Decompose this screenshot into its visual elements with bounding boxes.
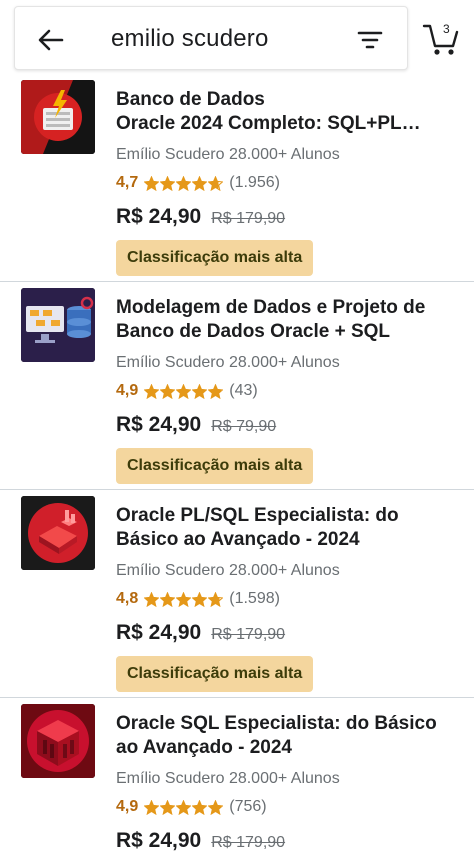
star-icon — [208, 591, 224, 607]
star-icon — [208, 799, 224, 815]
cart-icon — [422, 24, 459, 55]
highest-rated-badge: Classificação mais alta — [116, 656, 314, 692]
course-title[interactable]: Oracle PL/SQL Especialista: do Básico ao… — [116, 504, 456, 552]
star-icon — [192, 175, 208, 191]
star-icon — [208, 383, 224, 399]
star-icon — [160, 799, 176, 815]
highest-rated-badge: Classificação mais alta — [116, 448, 314, 484]
rating-count: (1.956) — [229, 174, 280, 191]
star-icon — [160, 591, 176, 607]
star-icon — [160, 175, 176, 191]
price-row: R$ 24,90 R$ 179,90 — [116, 621, 285, 645]
cart-button[interactable]: 3 — [420, 18, 462, 60]
star-rating — [144, 383, 224, 399]
rating-row: 4,8 (1.598) — [116, 590, 280, 608]
rating-row: 4,9 (43) — [116, 382, 258, 400]
rating-row: 4,9 (756) — [116, 798, 267, 816]
list-item[interactable]: Oracle SQL Especialista: do Básico ao Av… — [0, 698, 474, 865]
star-icon — [160, 383, 176, 399]
rating-row: 4,7 (1.956) — [116, 174, 280, 192]
course-thumbnail — [21, 496, 95, 570]
star-icon — [144, 175, 160, 191]
star-icon — [144, 799, 160, 815]
rating-count: (756) — [229, 798, 267, 815]
star-icon — [192, 799, 208, 815]
star-icon — [176, 175, 192, 191]
cart-count: 3 — [443, 22, 450, 36]
list-item[interactable]: Oracle PL/SQL Especialista: do Básico ao… — [0, 490, 474, 698]
price-row: R$ 24,90 R$ 79,90 — [116, 413, 276, 437]
price: R$ 24,90 — [116, 829, 202, 852]
course-title[interactable]: Modelagem de Dados e Projeto de Banco de… — [116, 296, 456, 344]
rating-value: 4,9 — [116, 382, 139, 399]
course-author: Emílio Scudero 28.000+ Alunos — [116, 146, 340, 163]
original-price: R$ 179,90 — [211, 626, 286, 643]
star-rating — [144, 175, 224, 191]
course-list: Banco de Dados Oracle 2024 Completo: SQL… — [0, 74, 474, 865]
rating-value: 4,9 — [116, 798, 139, 815]
original-price: R$ 79,90 — [211, 418, 277, 435]
rating-count: (43) — [229, 382, 258, 399]
rating-value: 4,8 — [116, 590, 139, 607]
price-row: R$ 24,90 R$ 179,90 — [116, 205, 285, 229]
rating-count: (1.598) — [229, 590, 280, 607]
arrow-left-icon[interactable] — [35, 24, 67, 56]
star-rating — [144, 799, 224, 815]
star-icon — [192, 591, 208, 607]
star-icon — [176, 591, 192, 607]
course-thumbnail — [21, 80, 95, 154]
rating-value: 4,7 — [116, 174, 139, 191]
course-title[interactable]: Banco de Dados Oracle 2024 Completo: SQL… — [116, 88, 456, 136]
price: R$ 24,90 — [116, 621, 202, 644]
course-thumbnail — [21, 704, 95, 778]
star-icon — [144, 383, 160, 399]
star-icon — [176, 799, 192, 815]
search-input[interactable]: emilio scudero — [111, 25, 269, 53]
star-icon — [192, 383, 208, 399]
star-rating — [144, 591, 224, 607]
course-author: Emílio Scudero 28.000+ Alunos — [116, 354, 340, 371]
price-row: R$ 24,90 R$ 179,90 — [116, 829, 285, 853]
top-bar: emilio scudero 3 — [0, 0, 474, 74]
course-thumbnail — [21, 288, 95, 362]
price: R$ 24,90 — [116, 205, 202, 228]
star-icon — [144, 591, 160, 607]
star-icon — [176, 383, 192, 399]
list-item[interactable]: Banco de Dados Oracle 2024 Completo: SQL… — [0, 74, 474, 282]
course-author: Emílio Scudero 28.000+ Alunos — [116, 562, 340, 579]
price: R$ 24,90 — [116, 413, 202, 436]
course-title[interactable]: Oracle SQL Especialista: do Básico ao Av… — [116, 712, 456, 760]
original-price: R$ 179,90 — [211, 834, 286, 851]
course-author: Emílio Scudero 28.000+ Alunos — [116, 770, 340, 787]
filter-icon[interactable] — [355, 25, 385, 55]
original-price: R$ 179,90 — [211, 210, 286, 227]
search-bar[interactable]: emilio scudero — [14, 6, 408, 70]
star-icon — [208, 175, 224, 191]
list-item[interactable]: Modelagem de Dados e Projeto de Banco de… — [0, 282, 474, 490]
highest-rated-badge: Classificação mais alta — [116, 240, 314, 276]
